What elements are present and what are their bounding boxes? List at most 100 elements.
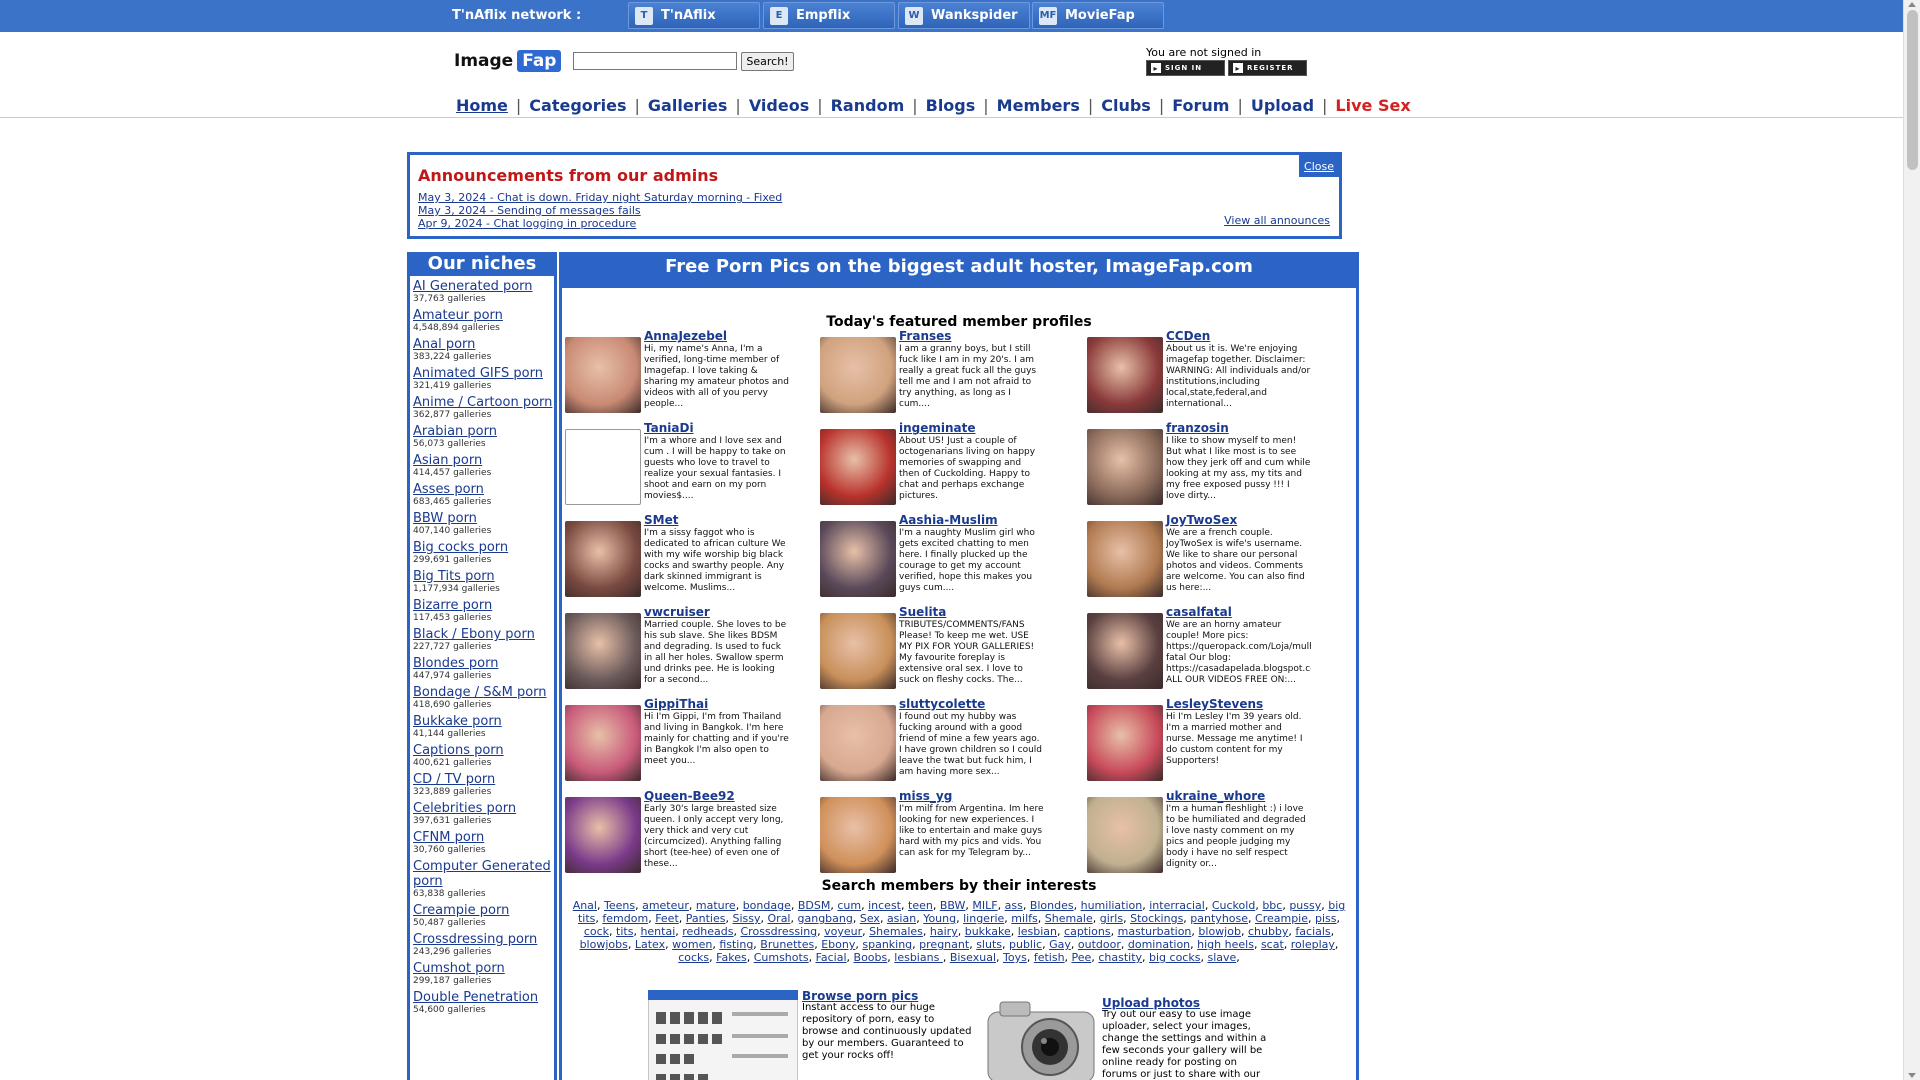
interest-tag-link[interactable]: sluts — [976, 938, 1002, 951]
interest-tag-link[interactable]: domination — [1128, 938, 1190, 951]
close-button[interactable]: Close — [1299, 155, 1339, 177]
interest-tag-link[interactable]: bbc — [1262, 899, 1282, 912]
interest-tag-link[interactable]: Feet — [655, 912, 679, 925]
interest-tag-link[interactable]: hentai — [640, 925, 675, 938]
niche-link[interactable]: AI Generated porn — [413, 279, 554, 294]
profile-avatar[interactable] — [820, 613, 896, 689]
profile-name-link[interactable]: AnnaJezebel — [644, 329, 727, 343]
profile-name-link[interactable]: JoyTwoSex — [1166, 513, 1237, 527]
network-tab-wankspider[interactable]: W Wankspider — [898, 2, 1030, 29]
interest-tag-link[interactable]: Brunettes — [760, 938, 814, 951]
profile-name-link[interactable]: casalfatal — [1166, 605, 1232, 619]
interest-tag-link[interactable]: voyeur — [824, 925, 862, 938]
network-tab-tnaflix[interactable]: T T'nAflix — [628, 2, 760, 29]
profile-avatar[interactable] — [820, 797, 896, 873]
niche-link[interactable]: Crossdressing porn — [413, 932, 554, 947]
interest-tag-link[interactable]: Sex — [860, 912, 880, 925]
interest-tag-link[interactable]: interracial — [1149, 899, 1205, 912]
scroll-up-arrow-icon[interactable] — [1908, 2, 1916, 7]
niche-link[interactable]: Anal porn — [413, 337, 554, 352]
niche-link[interactable]: Creampie porn — [413, 903, 554, 918]
interest-tag-link[interactable]: girls — [1100, 912, 1123, 925]
profile-name-link[interactable]: Suelita — [899, 605, 946, 619]
interest-tag-link[interactable]: Facial — [816, 951, 847, 964]
nav-forum[interactable]: Forum — [1172, 96, 1229, 115]
interest-tag-link[interactable]: blowjob — [1198, 925, 1241, 938]
interest-tag-link[interactable]: Cuckold — [1212, 899, 1255, 912]
niche-link[interactable]: Asses porn — [413, 482, 554, 497]
profile-name-link[interactable]: Franses — [899, 329, 951, 343]
interest-tag-link[interactable]: Latex — [635, 938, 665, 951]
niche-link[interactable]: Big cocks porn — [413, 540, 554, 555]
interest-tag-link[interactable]: BBW — [940, 899, 966, 912]
profile-name-link[interactable]: vwcruiser — [644, 605, 710, 619]
profile-avatar[interactable] — [820, 429, 896, 505]
interest-tag-link[interactable]: Fakes — [716, 951, 747, 964]
browse-screenshot-image[interactable] — [648, 990, 798, 1080]
nav-blogs[interactable]: Blogs — [926, 96, 976, 115]
upload-link[interactable]: Upload photos — [1102, 997, 1272, 1009]
profile-avatar[interactable] — [1087, 797, 1163, 873]
interest-tag-link[interactable]: ass — [1005, 899, 1023, 912]
nav-live-sex[interactable]: Live Sex — [1335, 96, 1410, 115]
interest-tag-link[interactable]: fisting — [719, 938, 753, 951]
profile-name-link[interactable]: GippiThai — [644, 697, 708, 711]
interest-tag-link[interactable]: asian — [887, 912, 916, 925]
interest-tag-link[interactable]: hairy — [930, 925, 958, 938]
interest-tag-link[interactable]: blowjobs — [580, 938, 628, 951]
niche-link[interactable]: CD / TV porn — [413, 772, 554, 787]
interest-tag-link[interactable]: lingerie — [963, 912, 1004, 925]
profile-avatar[interactable] — [820, 521, 896, 597]
interest-tag-link[interactable]: chastity — [1098, 951, 1142, 964]
interest-tag-link[interactable]: gangbang — [798, 912, 853, 925]
interest-tag-link[interactable]: lesbian — [1018, 925, 1057, 938]
interest-tag-link[interactable]: BDSM — [798, 899, 831, 912]
interest-tag-link[interactable]: big cocks — [1149, 951, 1200, 964]
interest-tag-link[interactable]: women — [672, 938, 712, 951]
interest-tag-link[interactable]: Pee — [1072, 951, 1092, 964]
niche-link[interactable]: Arabian porn — [413, 424, 554, 439]
scroll-down-arrow-icon[interactable] — [1908, 1073, 1916, 1078]
interest-tag-link[interactable]: Boobs — [854, 951, 888, 964]
nav-categories[interactable]: Categories — [529, 96, 626, 115]
interest-tag-link[interactable]: roleplay — [1291, 938, 1335, 951]
nav-home[interactable]: Home — [456, 96, 508, 115]
scrollbar-thumb[interactable] — [1907, 10, 1918, 170]
search-button[interactable]: Search! — [741, 52, 794, 71]
profile-avatar[interactable] — [565, 521, 641, 597]
interest-tag-link[interactable]: high heels — [1197, 938, 1254, 951]
announcement-link[interactable]: May 3, 2024 - Sending of messages fails — [418, 204, 782, 217]
profile-name-link[interactable]: TaniaDi — [644, 421, 694, 435]
profile-avatar[interactable] — [565, 429, 641, 505]
interest-tag-link[interactable]: Stockings — [1130, 912, 1183, 925]
announcement-link[interactable]: May 3, 2024 - Chat is down. Friday night… — [418, 191, 782, 204]
interest-tag-link[interactable]: Oral — [768, 912, 791, 925]
browse-link[interactable]: Browse porn pics — [802, 990, 972, 1002]
announcement-link[interactable]: Apr 9, 2024 - Chat logging in procedure — [418, 217, 782, 230]
niche-link[interactable]: Big Tits porn — [413, 569, 554, 584]
interest-tag-link[interactable]: scat — [1261, 938, 1284, 951]
niche-link[interactable]: Celebrities porn — [413, 801, 554, 816]
niche-link[interactable]: Computer Generated porn — [413, 859, 554, 889]
profile-avatar[interactable] — [1087, 613, 1163, 689]
interest-tag-link[interactable]: cocks — [678, 951, 709, 964]
interest-tag-link[interactable]: chubby — [1248, 925, 1288, 938]
profile-name-link[interactable]: franzosin — [1166, 421, 1229, 435]
profile-avatar[interactable] — [565, 705, 641, 781]
niche-link[interactable]: BBW porn — [413, 511, 554, 526]
profile-avatar[interactable] — [1087, 705, 1163, 781]
interest-tag-link[interactable]: femdom — [602, 912, 648, 925]
niche-link[interactable]: CFNM porn — [413, 830, 554, 845]
interest-tag-link[interactable]: Panties — [686, 912, 726, 925]
niche-link[interactable]: Animated GIFS porn — [413, 366, 554, 381]
profile-name-link[interactable]: Queen-Bee92 — [644, 789, 735, 803]
nav-members[interactable]: Members — [997, 96, 1080, 115]
register-button[interactable]: ▸ REGISTER — [1228, 60, 1307, 76]
interest-tag-link[interactable]: Young — [923, 912, 956, 925]
interest-tag-link[interactable]: lesbians — [894, 951, 943, 964]
profile-avatar[interactable] — [820, 705, 896, 781]
view-all-announces-link[interactable]: View all announces — [1224, 214, 1330, 227]
vertical-scrollbar[interactable] — [1903, 0, 1920, 1080]
interest-tag-link[interactable]: public — [1009, 938, 1042, 951]
interest-tag-link[interactable]: Toys — [1003, 951, 1027, 964]
